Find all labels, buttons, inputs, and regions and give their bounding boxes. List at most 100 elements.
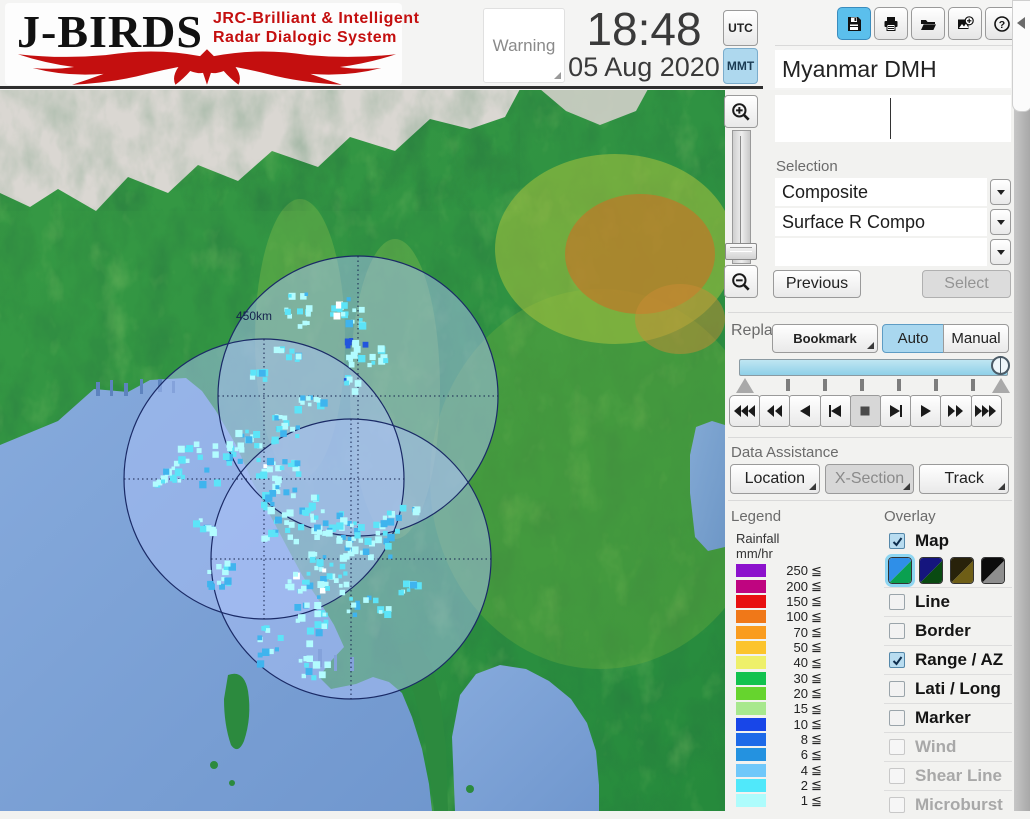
map-checkbox[interactable]	[889, 532, 905, 549]
legend-threshold-value: 10	[793, 716, 808, 732]
replay-slider-handle[interactable]	[991, 356, 1010, 375]
line-checkbox[interactable]	[889, 594, 905, 610]
timezone-mmt-button[interactable]: MMT	[723, 48, 758, 84]
overlay-row-border: Border	[884, 616, 1012, 645]
legend-threshold-value: 150	[786, 593, 808, 609]
button-label: X-Section	[834, 470, 905, 487]
legend-title-line1: Rainfall	[736, 531, 780, 546]
rain-echo-pixel	[338, 583, 343, 588]
slider-tick	[860, 379, 864, 391]
open-button[interactable]	[911, 7, 945, 40]
rain-echo-pixel	[301, 673, 306, 679]
legend-color-swatch	[736, 778, 766, 792]
rain-echo-pixel	[306, 396, 311, 401]
panel-resize-strip[interactable]	[1014, 0, 1030, 811]
legend-threshold-value: 20	[793, 685, 808, 701]
rain-echo-pixel	[382, 530, 388, 536]
rain-echo-pixel	[193, 520, 201, 528]
warning-button[interactable]: Warning	[483, 8, 565, 83]
track-button[interactable]: Track	[919, 464, 1010, 494]
slider-end-marker[interactable]	[992, 378, 1010, 393]
dropdown-value-field[interactable]	[775, 238, 987, 266]
collapse-left-icon[interactable]	[1017, 17, 1025, 29]
location-button[interactable]: Location	[730, 464, 820, 494]
dropdown-2-arrow-button[interactable]	[990, 209, 1011, 235]
overlay-row-line: Line	[884, 587, 1012, 616]
forward-fast-button[interactable]	[970, 395, 1002, 427]
rewind-fast-button[interactable]	[729, 395, 761, 427]
forward-button[interactable]	[940, 395, 972, 427]
rainfall-legend: 250 ≦ 200 ≦ 150 ≦ 100 ≦ 70 ≦ 50 ≦ 40 ≦ 30 ≦ 20 ≦ 15 ≦ 10 ≦ 8 ≦ 6…	[736, 563, 828, 809]
legend-color-swatch	[736, 717, 766, 731]
marker-checkbox[interactable]	[889, 710, 905, 726]
bookmark-button[interactable]: Bookmark	[772, 324, 878, 353]
map-style-navy-darkgreen[interactable]	[919, 556, 943, 584]
rain-echo-pixel	[282, 459, 288, 465]
legend-lte-symbol: ≦	[811, 624, 822, 640]
rain-echo-pixel	[383, 358, 389, 364]
stop-button[interactable]	[849, 395, 881, 427]
legend-color-swatch	[736, 640, 766, 654]
step-back-button[interactable]	[819, 395, 851, 427]
play-button[interactable]	[910, 395, 942, 427]
step-forward-button[interactable]	[879, 395, 912, 427]
play-icon	[920, 405, 931, 417]
print-button[interactable]	[874, 7, 908, 40]
rain-echo-pixel	[338, 574, 342, 579]
map-canvas: 450km	[0, 89, 770, 811]
rain-echo-pixel	[295, 353, 302, 360]
map-zoom-out-button[interactable]	[724, 265, 758, 298]
rain-echo-pixel	[322, 520, 329, 527]
x-section-button[interactable]: X-Section	[824, 464, 915, 494]
radar-map[interactable]: 450km	[0, 89, 770, 811]
dropdown-value-field[interactable]: Surface R Compo	[775, 208, 987, 236]
legend-threshold-value: 100	[786, 609, 808, 625]
border-checkbox[interactable]	[889, 623, 905, 639]
image-add-icon	[958, 15, 974, 29]
rain-echo-pixel	[364, 537, 372, 545]
range-az-checkbox[interactable]	[889, 652, 905, 668]
slider-start-marker[interactable]	[736, 378, 754, 393]
map-style-black-gray[interactable]	[981, 556, 1005, 584]
rain-echo-pixel	[325, 586, 330, 591]
rain-echo-pixel	[178, 456, 186, 464]
rain-echo-pixel	[324, 661, 331, 668]
timezone-utc-button[interactable]: UTC	[723, 10, 758, 46]
save-button[interactable]	[837, 7, 871, 40]
dropdown-3-arrow-button[interactable]	[990, 239, 1011, 265]
rain-echo-pixel	[290, 426, 295, 432]
map-style-icon	[951, 557, 973, 583]
dropdown-value-field[interactable]: Composite	[775, 178, 987, 206]
capture-button[interactable]	[948, 7, 982, 40]
rewind-button[interactable]	[759, 395, 791, 427]
select-button[interactable]: Select	[922, 270, 1011, 298]
map-style-dark-olive[interactable]	[950, 556, 974, 584]
rain-echo-pixel	[309, 507, 313, 512]
map-style-blue-green[interactable]	[885, 553, 915, 587]
map-zoom-in-button[interactable]	[724, 95, 758, 128]
rain-echo-pixel	[333, 578, 339, 583]
rain-echo-pixel	[262, 377, 268, 382]
rain-echo-pixel	[294, 460, 301, 467]
legend-lte-symbol: ≦	[811, 562, 822, 578]
logo-panel: J-BIRDS JRC-Brilliant & Intelligent Rada…	[5, 3, 419, 85]
slider-tick	[934, 379, 938, 391]
svg-text:?: ?	[999, 19, 1005, 31]
previous-button[interactable]: Previous	[773, 270, 861, 298]
replay-slider-track[interactable]	[739, 359, 1008, 376]
rain-echo-pixel	[253, 431, 261, 438]
lati-long-checkbox[interactable]	[889, 681, 905, 697]
replay-manual-button[interactable]: Manual	[943, 324, 1009, 353]
rain-echo-pixel	[280, 430, 287, 437]
rain-echo-pixel	[250, 369, 257, 376]
replay-auto-button[interactable]: Auto	[882, 324, 944, 353]
rain-echo-pixel	[345, 343, 351, 349]
map-zoom-slider-handle[interactable]	[725, 243, 757, 260]
map-style-icon	[982, 557, 1004, 583]
annotation-input[interactable]	[775, 95, 1011, 142]
rain-echo-pixel	[317, 595, 321, 599]
chevron-down-icon	[996, 219, 1005, 225]
legend-threshold-value: 2	[800, 777, 808, 793]
play-backward-button[interactable]	[789, 395, 821, 427]
dropdown-1-arrow-button[interactable]	[990, 179, 1011, 205]
